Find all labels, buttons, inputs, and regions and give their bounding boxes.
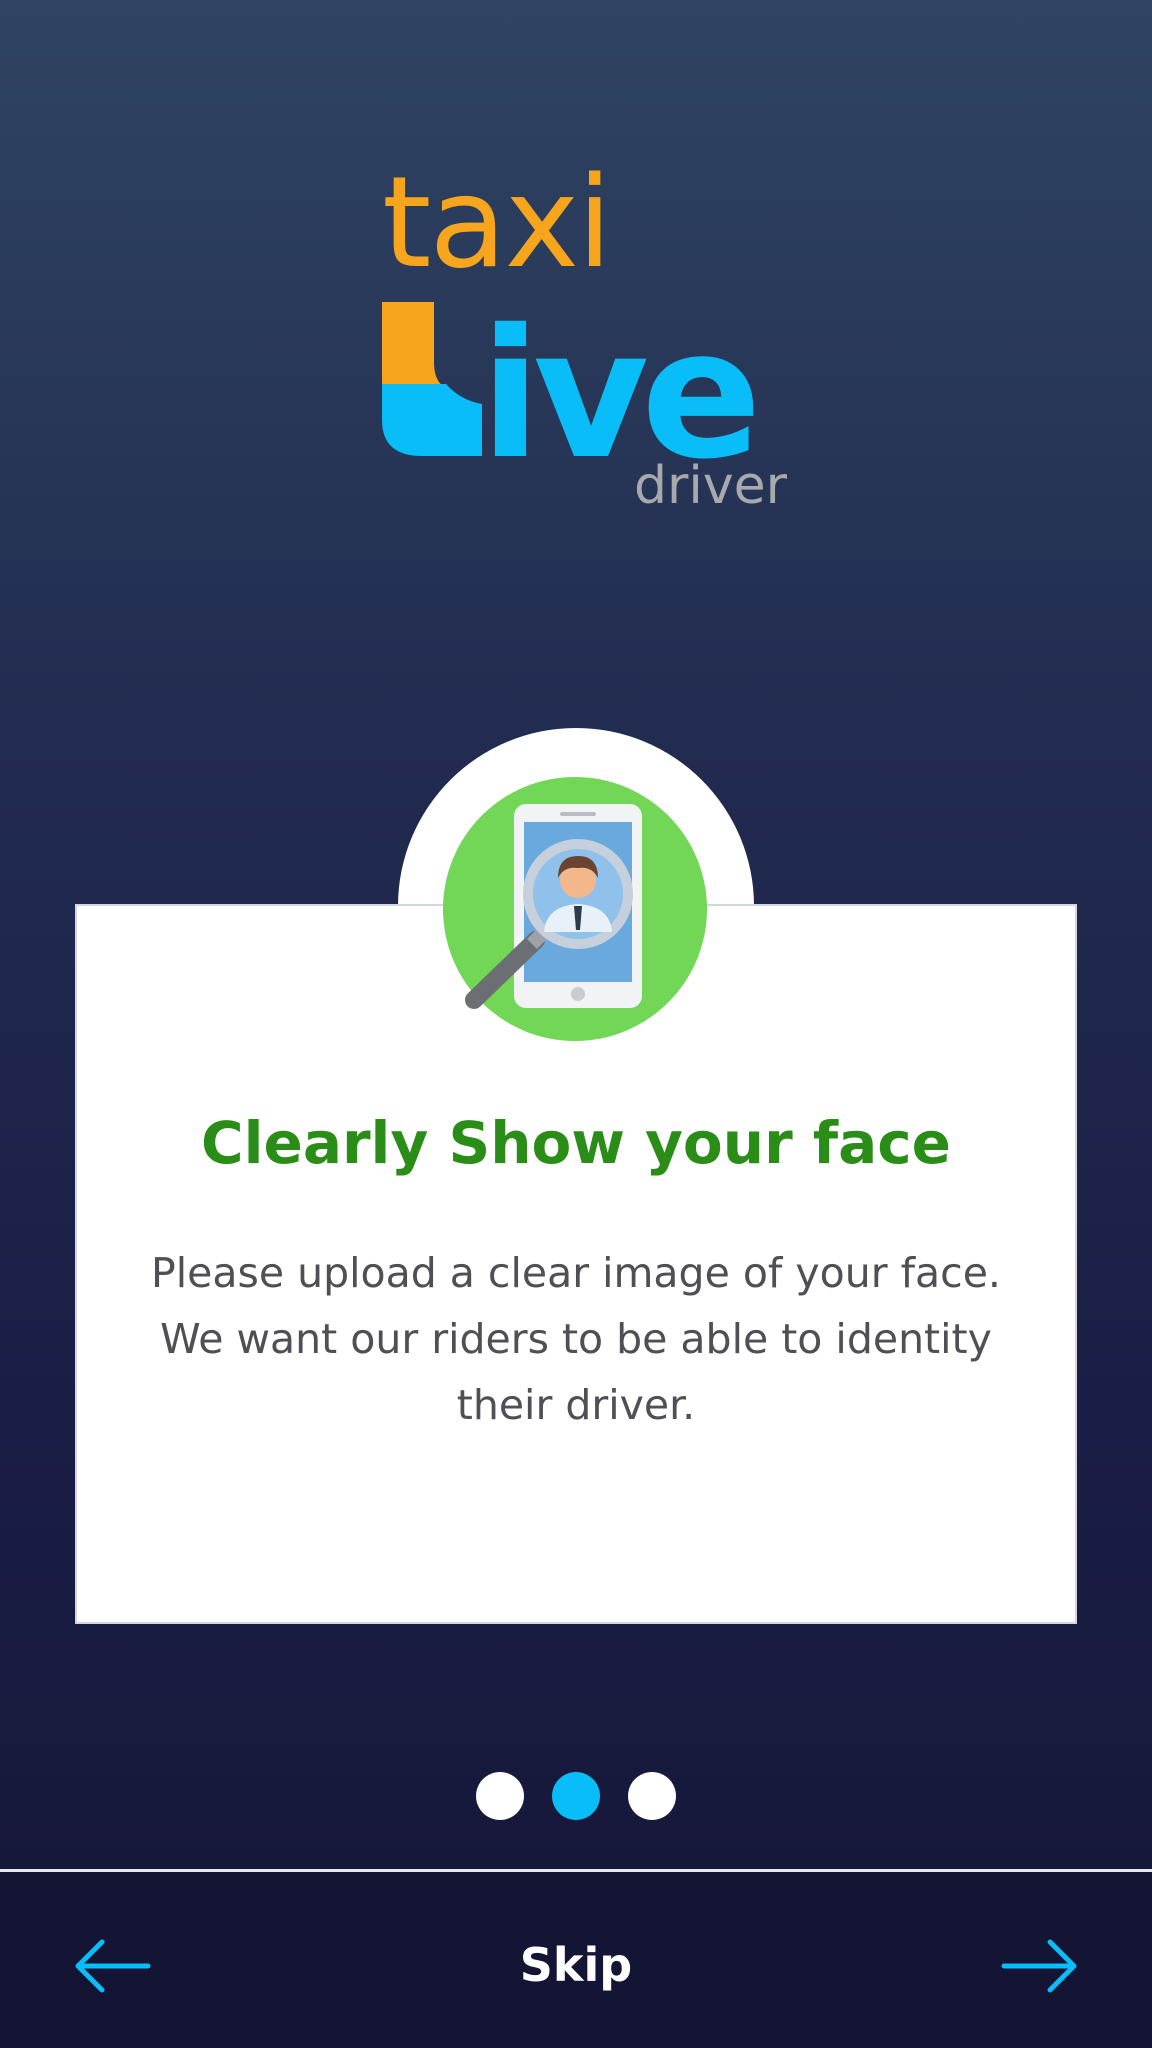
page-dot[interactable] <box>628 1772 676 1820</box>
taxi-live-driver-logo: taxi ive driver <box>370 160 800 520</box>
card-description: Please upload a clear image of your face… <box>130 1240 1022 1438</box>
card-title: Clearly Show your face <box>201 1109 951 1177</box>
card-description-line: their driver. <box>456 1381 696 1429</box>
arrow-right-icon[interactable] <box>1000 1936 1080 1996</box>
svg-text:ive: ive <box>480 300 754 460</box>
logo-taxi-text: taxi <box>382 149 612 296</box>
page-dot[interactable] <box>476 1772 524 1820</box>
skip-button[interactable]: Skip <box>476 1938 676 1992</box>
logo-driver-text: driver <box>634 456 787 516</box>
logo-live-text: ive <box>382 300 762 460</box>
arrow-left-icon[interactable] <box>72 1936 152 1996</box>
page-dot-active[interactable] <box>552 1772 600 1820</box>
page-indicator <box>476 1772 676 1820</box>
card-description-line: Please upload a clear image of your face… <box>151 1249 1001 1297</box>
phone-magnifier-face-icon <box>443 777 707 1041</box>
card-description-line: We want our riders to be able to identit… <box>160 1315 992 1363</box>
